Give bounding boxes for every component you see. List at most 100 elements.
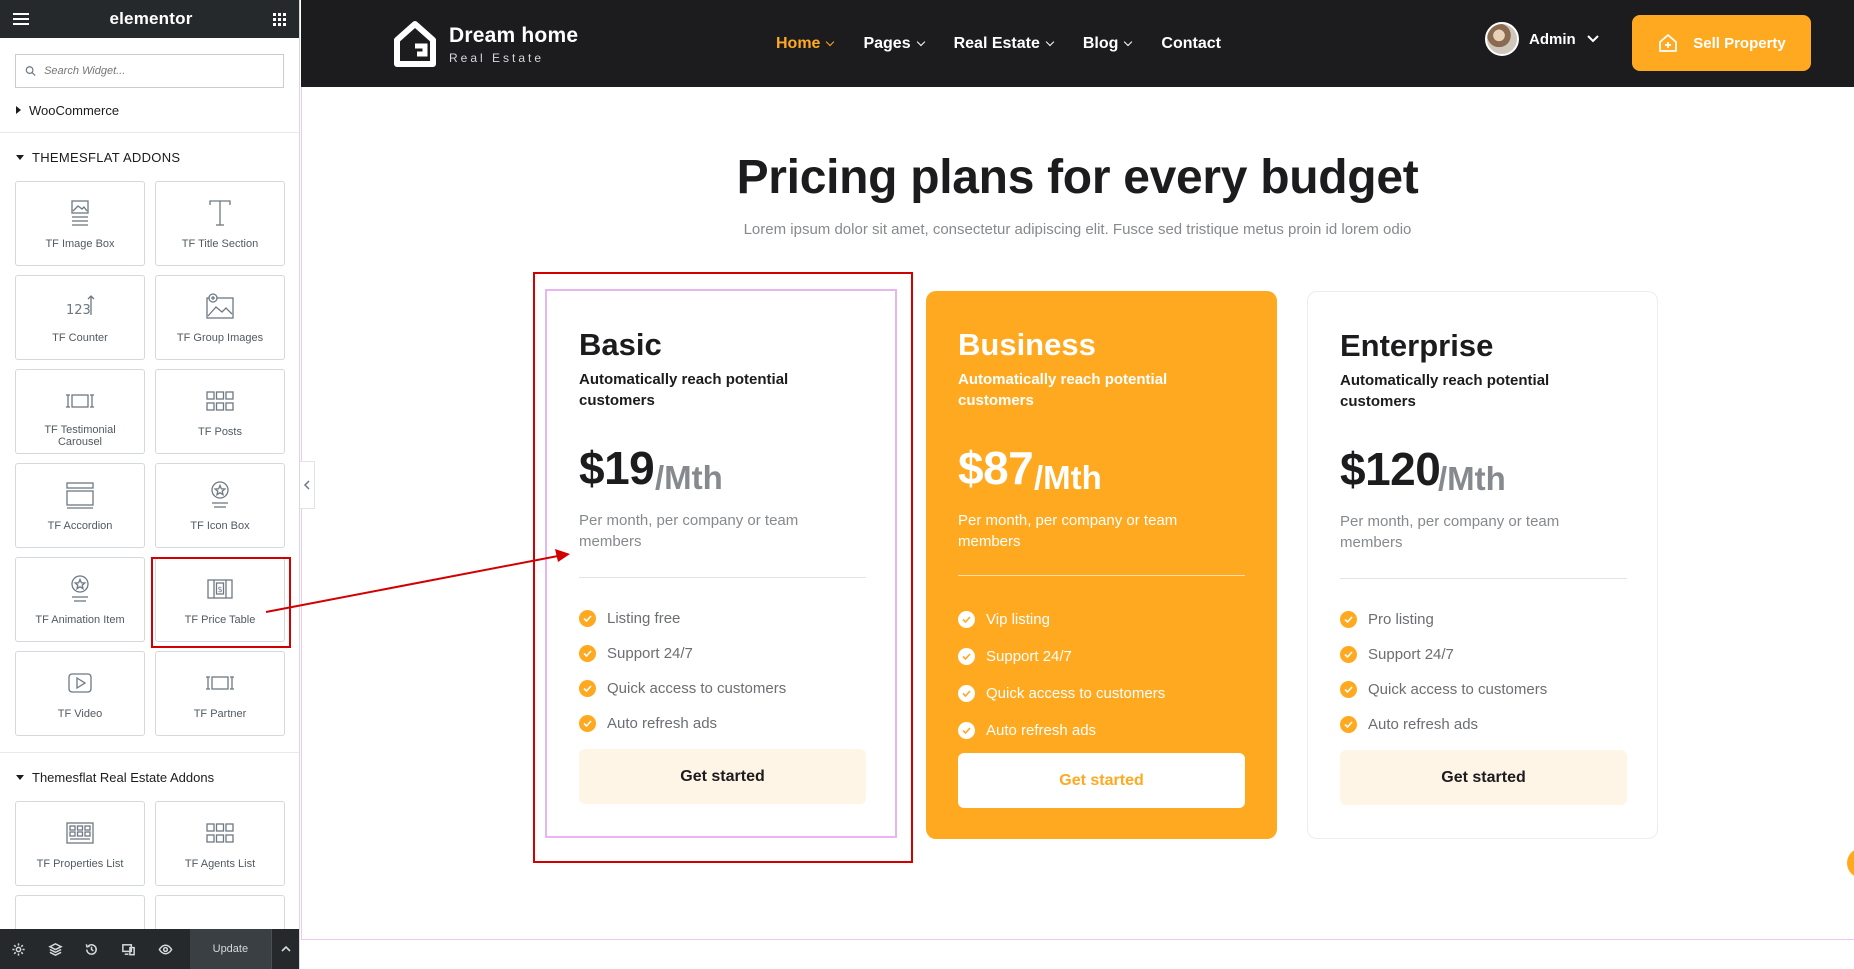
site-header: Dream home Real Estate Home Pages Real E…	[301, 0, 1854, 87]
plan-period: /Mth	[655, 459, 723, 496]
feature-text: Support 24/7	[986, 648, 1072, 665]
canvas-guide-line	[301, 939, 1854, 940]
navigator-button[interactable]	[37, 929, 74, 969]
widget-tf-properties-list[interactable]: TF Properties List	[15, 801, 145, 886]
main-nav: Home Pages Real Estate Blog Contact	[776, 0, 1221, 87]
nav-contact[interactable]: Contact	[1161, 35, 1221, 53]
feature-list: Pro listing Support 24/7 Quick access to…	[1340, 602, 1547, 742]
counter-icon: 123	[66, 295, 95, 318]
search-input[interactable]	[44, 65, 274, 77]
widget-label: TF Animation Item	[35, 614, 125, 626]
history-icon	[85, 943, 98, 955]
widget-tf-animation-item[interactable]: TF Animation Item	[15, 557, 145, 642]
nav-label: Contact	[1161, 34, 1221, 52]
divider	[958, 575, 1245, 576]
image-box-icon	[71, 200, 89, 226]
widget-tf-image-box[interactable]: TF Image Box	[15, 181, 145, 266]
feature-text: Auto refresh ads	[607, 715, 718, 732]
plan-tagline: Automatically reach potential customers	[579, 371, 789, 409]
widget-tf-partner[interactable]: TF Partner	[155, 651, 285, 736]
price-table-icon: $	[207, 579, 233, 599]
responsive-button[interactable]	[110, 929, 147, 969]
accordion-icon	[66, 482, 94, 509]
feature-text: Listing free	[607, 610, 681, 627]
logo-title: Dream home	[449, 23, 579, 47]
widget-label: TF Agents List	[184, 858, 256, 870]
nav-label: Blog	[1082, 34, 1119, 52]
nav-real-estate[interactable]: Real Estate	[954, 35, 1055, 53]
group-images-icon	[206, 293, 234, 319]
nav-blog[interactable]: Blog	[1082, 34, 1133, 53]
widgets-grid-icon[interactable]	[273, 12, 286, 26]
widgets-themesflat: TF Image Box TF Title Section 123 TF Cou…	[0, 181, 299, 736]
widget-tf-counter[interactable]: 123 TF Counter	[15, 275, 145, 360]
section-subtitle: Lorem ipsum dolor sit amet, consectetur …	[743, 221, 1412, 238]
plan-tagline: Automatically reach potential customers	[1340, 372, 1550, 410]
carousel-icon	[66, 394, 94, 408]
pricing-card-enterprise[interactable]: Enterprise Automatically reach potential…	[1307, 291, 1658, 839]
site-logo[interactable]: Dream home Real Estate	[393, 20, 578, 68]
widget-tf-posts[interactable]: TF Posts	[155, 369, 285, 454]
settings-button[interactable]	[0, 929, 37, 969]
category-themesflat[interactable]: THEMESFLAT ADDONS	[0, 133, 299, 181]
get-started-button[interactable]: Get started	[579, 749, 866, 804]
panel-footer: Update	[0, 929, 299, 969]
widget-tf-price-table[interactable]: $ TF Price Table	[155, 557, 285, 642]
pricing-card-basic[interactable]: Basic Automatically reach potential cust…	[545, 289, 897, 838]
update-options-button[interactable]	[270, 929, 299, 969]
update-button[interactable]: Update	[189, 929, 271, 969]
widget-label: TF Group Images	[176, 332, 264, 344]
check-circle-icon	[958, 611, 975, 628]
widget-tf-video[interactable]: TF Video	[15, 651, 145, 736]
icon-box-icon	[211, 481, 229, 508]
category-label: THEMESFLAT ADDONS	[32, 149, 181, 165]
elementor-brand: elementor	[109, 9, 193, 28]
feature-text: Vip listing	[986, 611, 1050, 628]
feature-item: Support 24/7	[579, 636, 786, 671]
widget-tf-testimonial-carousel[interactable]: TF Testimonial Carousel	[15, 369, 145, 454]
feature-item: Quick access to customers	[958, 675, 1165, 712]
app-root: elementor WooCommerce THEMESFLAT ADDONS …	[0, 0, 1854, 969]
nav-pages[interactable]: Pages	[863, 35, 925, 53]
widget-tf-group-images[interactable]: TF Group Images	[155, 275, 285, 360]
panel-collapse-toggle[interactable]	[300, 461, 315, 509]
sell-property-button[interactable]: Sell Property	[1632, 15, 1811, 71]
get-started-button[interactable]: Get started	[1340, 750, 1627, 805]
widget-tf-agents-list[interactable]: TF Agents List	[155, 801, 285, 886]
elementor-panel: elementor WooCommerce THEMESFLAT ADDONS …	[0, 0, 300, 969]
chevron-up-icon	[281, 945, 291, 952]
plan-name: Basic	[579, 327, 662, 362]
get-started-button[interactable]: Get started	[958, 753, 1245, 808]
search-icon	[25, 66, 36, 77]
plan-price: $87	[958, 442, 1034, 494]
panel-header: elementor	[0, 0, 299, 38]
preview-button[interactable]	[147, 929, 184, 969]
chevron-down-icon	[1045, 37, 1055, 47]
posts-grid-icon	[206, 391, 234, 411]
check-circle-icon	[579, 715, 596, 732]
logo-subtitle: Real Estate	[449, 50, 545, 65]
partner-icon	[206, 676, 234, 690]
feature-text: Support 24/7	[607, 645, 693, 662]
history-button[interactable]	[74, 929, 111, 969]
feature-text: Support 24/7	[1368, 646, 1454, 663]
floating-action-button[interactable]	[1847, 848, 1854, 878]
chevron-left-icon	[303, 480, 310, 490]
user-menu[interactable]: Admin	[1485, 22, 1600, 56]
widget-tf-icon-box[interactable]: TF Icon Box	[155, 463, 285, 548]
chevron-down-icon	[1586, 35, 1599, 43]
feature-text: Quick access to customers	[986, 685, 1166, 702]
widget-label: TF Testimonial Carousel	[44, 424, 116, 448]
menu-icon[interactable]	[13, 13, 29, 25]
check-circle-icon	[579, 645, 596, 662]
pricing-card-business[interactable]: Business Automatically reach potential c…	[926, 291, 1277, 839]
category-realestate[interactable]: Themesflat Real Estate Addons	[0, 753, 299, 801]
widget-tf-title-section[interactable]: TF Title Section	[155, 181, 285, 266]
divider	[1340, 578, 1627, 579]
plan-name: Enterprise	[1340, 328, 1494, 363]
widget-tf-accordion[interactable]: TF Accordion	[15, 463, 145, 548]
nav-home[interactable]: Home	[776, 35, 835, 53]
category-woocommerce[interactable]: WooCommerce	[0, 98, 299, 122]
plan-description: Per month, per company or team members	[958, 512, 1178, 550]
plan-price: $19	[579, 442, 655, 494]
